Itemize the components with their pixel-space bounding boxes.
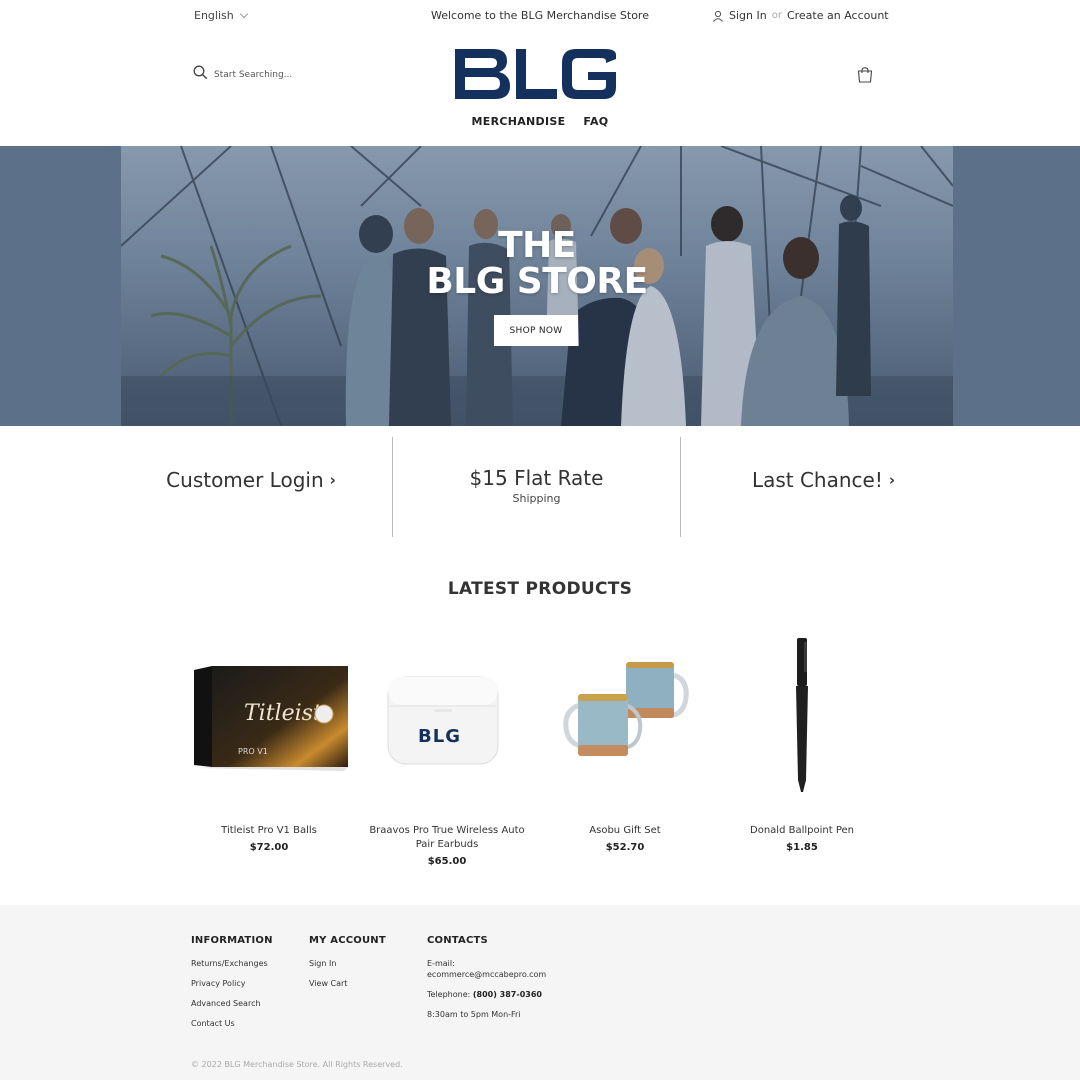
chevron-right-icon: › bbox=[329, 471, 336, 489]
product-price: $72.00 bbox=[249, 842, 289, 853]
product-image-golf-balls[interactable]: Titleist PRO V1 bbox=[184, 630, 354, 810]
hero-title: THE BLG STORE bbox=[121, 228, 953, 300]
email-link[interactable]: ecommerce@mccabepro.com bbox=[427, 970, 546, 979]
blg-logo[interactable] bbox=[455, 47, 617, 101]
footer-link-sign-in[interactable]: Sign In bbox=[309, 959, 386, 968]
svg-text:Titleist: Titleist bbox=[244, 701, 322, 726]
email-label: E-mail: bbox=[427, 959, 455, 968]
search-input[interactable] bbox=[214, 69, 304, 80]
footer-my-account-title: MY ACCOUNT bbox=[309, 935, 386, 946]
footer-link-contact[interactable]: Contact Us bbox=[191, 1019, 273, 1028]
shop-now-button[interactable]: SHOP NOW bbox=[494, 315, 578, 346]
search-bar bbox=[193, 65, 304, 84]
cart-icon[interactable] bbox=[856, 66, 874, 88]
flat-rate-shipping: $15 Flat Rate Shipping bbox=[393, 437, 680, 537]
account-links: Sign In or Create an Account bbox=[712, 9, 889, 22]
top-bar: English Welcome to the BLG Merchandise S… bbox=[0, 0, 1080, 34]
search-icon[interactable] bbox=[193, 65, 208, 84]
user-icon bbox=[712, 10, 724, 22]
product-card[interactable]: Titleist PRO V1 Titleist Pro V1 Balls $7… bbox=[184, 630, 354, 853]
product-card[interactable]: Asobu Gift Set $52.70 bbox=[540, 630, 710, 853]
product-price: $1.85 bbox=[786, 842, 818, 853]
footer-my-account: MY ACCOUNT Sign In View Cart bbox=[309, 935, 386, 999]
telephone-label: Telephone: bbox=[427, 990, 471, 999]
footer-information-title: INFORMATION bbox=[191, 935, 273, 946]
nav-merchandise[interactable]: MERCHANDISE bbox=[472, 115, 566, 128]
product-price: $65.00 bbox=[427, 856, 467, 867]
telephone-number[interactable]: (800) 387-0360 bbox=[473, 990, 542, 999]
product-image-pen[interactable] bbox=[717, 630, 887, 810]
create-account-link[interactable]: Create an Account bbox=[787, 9, 889, 22]
customer-login-link[interactable]: Customer Login › bbox=[110, 437, 392, 537]
welcome-message: Welcome to the BLG Merchandise Store bbox=[431, 9, 649, 22]
footer-link-privacy[interactable]: Privacy Policy bbox=[191, 979, 273, 988]
copyright: © 2022 BLG Merchandise Store. All Rights… bbox=[191, 1060, 403, 1069]
or-text: or bbox=[771, 10, 782, 21]
footer-link-returns[interactable]: Returns/Exchanges bbox=[191, 959, 273, 968]
product-name[interactable]: Asobu Gift Set bbox=[540, 824, 710, 838]
shipping-label: Shipping bbox=[512, 491, 561, 505]
footer-contacts: CONTACTS E-mail: ecommerce@mccabepro.com… bbox=[427, 935, 546, 1030]
latest-products-heading: LATEST PRODUCTS bbox=[447, 579, 633, 599]
footer-link-advanced-search[interactable]: Advanced Search bbox=[191, 999, 273, 1008]
hero-title-line-1: THE bbox=[498, 225, 576, 266]
chevron-right-icon: › bbox=[888, 471, 896, 489]
footer-contacts-title: CONTACTS bbox=[427, 935, 488, 946]
product-name[interactable]: Titleist Pro V1 Balls bbox=[184, 824, 354, 838]
nav-faq[interactable]: FAQ bbox=[583, 115, 608, 128]
footer-link-view-cart[interactable]: View Cart bbox=[309, 979, 386, 988]
business-hours: 8:30am to 5pm Mon-Fri bbox=[427, 1010, 521, 1019]
hero-title-line-2: BLG STORE bbox=[426, 261, 648, 302]
telephone-line: Telephone: (800) 387-0360 bbox=[427, 990, 546, 999]
footer: INFORMATION Returns/Exchanges Privacy Po… bbox=[0, 905, 1080, 1080]
flat-rate-label: $15 Flat Rate bbox=[469, 465, 604, 490]
product-card[interactable]: BLG Braavos Pro True Wireless Auto Pair … bbox=[362, 630, 532, 867]
product-name[interactable]: Donald Ballpoint Pen bbox=[717, 824, 887, 838]
main-nav: MERCHANDISE FAQ bbox=[0, 115, 1080, 128]
product-price: $52.70 bbox=[605, 842, 645, 853]
product-name[interactable]: Braavos Pro True Wireless Auto Pair Earb… bbox=[362, 824, 532, 852]
footer-information: INFORMATION Returns/Exchanges Privacy Po… bbox=[191, 935, 273, 1039]
promo-strip: Customer Login › $15 Flat Rate Shipping L… bbox=[0, 437, 1080, 537]
last-chance-label: Last Chance! bbox=[751, 468, 883, 492]
product-image-earbuds[interactable]: BLG bbox=[362, 630, 532, 810]
sign-in-link[interactable]: Sign In bbox=[729, 9, 767, 22]
hero-banner: THE BLG STORE SHOP NOW bbox=[121, 146, 953, 426]
last-chance-link[interactable]: Last Chance! › bbox=[681, 437, 966, 537]
customer-login-label: Customer Login bbox=[166, 468, 324, 492]
svg-text:PRO V1: PRO V1 bbox=[238, 747, 268, 756]
product-image-mugs[interactable] bbox=[540, 630, 710, 810]
product-card[interactable]: Donald Ballpoint Pen $1.85 bbox=[717, 630, 887, 853]
svg-text:BLG: BLG bbox=[418, 726, 461, 747]
